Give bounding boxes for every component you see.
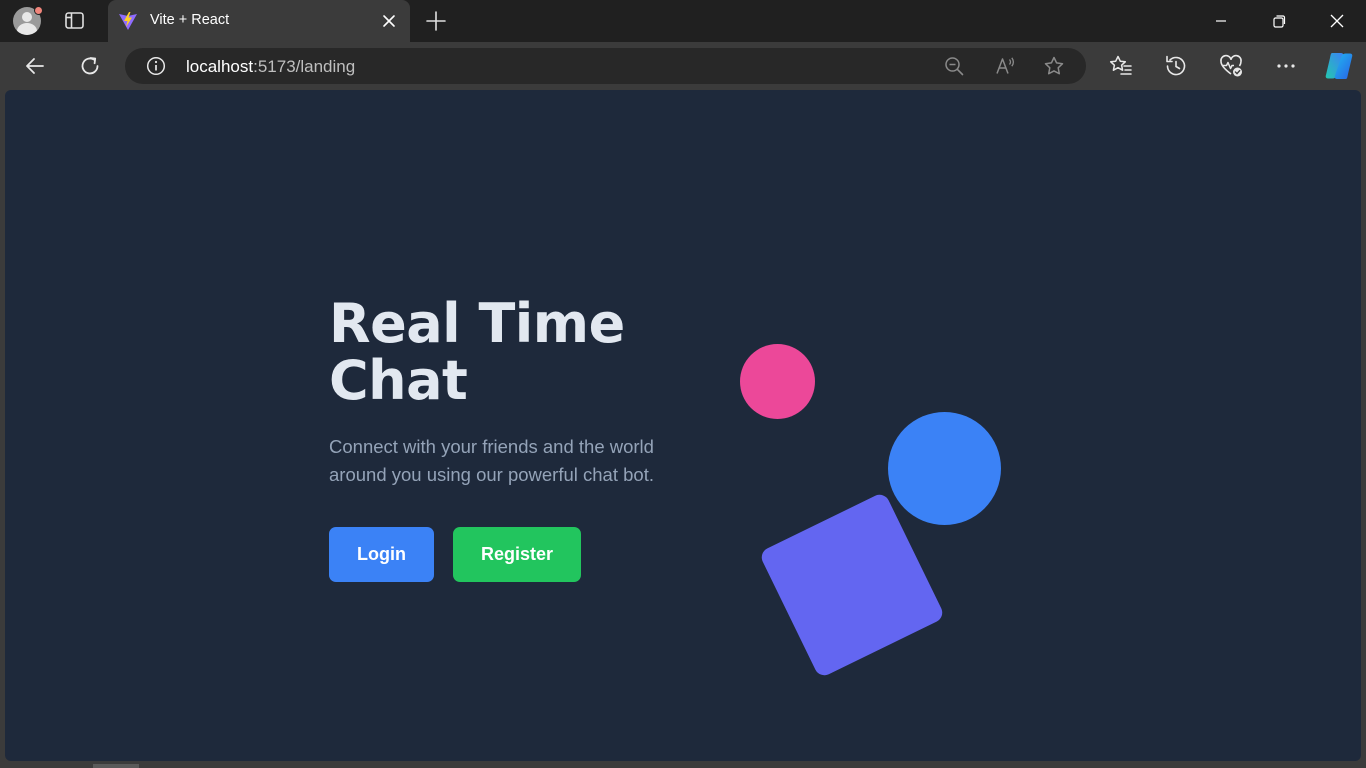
close-tab-icon[interactable] [381, 13, 397, 29]
site-info-icon[interactable] [146, 56, 166, 76]
refresh-icon[interactable] [77, 53, 103, 79]
zoom-out-icon[interactable] [943, 55, 965, 77]
url-text[interactable]: localhost:5173/landing [186, 57, 355, 77]
browser-tab[interactable]: Vite + React [108, 0, 410, 42]
more-icon[interactable] [1273, 53, 1299, 79]
browser-essentials-icon[interactable] [1218, 53, 1244, 79]
hero-subtitle: Connect with your friends and the world … [329, 436, 654, 485]
copilot-icon[interactable] [1323, 50, 1355, 82]
login-button[interactable]: Login [329, 527, 434, 582]
hero-title-line2: Chat [329, 349, 468, 412]
url-path: :5173/landing [253, 57, 356, 76]
page-viewport: Real Time Chat Connect with your friends … [5, 90, 1361, 761]
new-tab-plus-icon[interactable] [424, 9, 448, 33]
favorite-star-icon[interactable] [1043, 55, 1065, 77]
profile-notification-dot [34, 6, 43, 15]
favorites-icon[interactable] [1108, 53, 1134, 79]
blue-circle-decoration [888, 412, 1001, 525]
url-host: localhost [186, 57, 254, 76]
scroll-indicator [93, 764, 139, 768]
vite-favicon-icon [119, 12, 137, 30]
hero-title: Real Time Chat [329, 295, 625, 409]
back-icon[interactable] [22, 53, 48, 79]
minimize-icon[interactable] [1210, 10, 1232, 32]
register-button[interactable]: Register [453, 527, 581, 582]
restore-icon[interactable] [1268, 10, 1290, 32]
history-icon[interactable] [1163, 53, 1189, 79]
hero-title-line1: Real Time [329, 292, 625, 355]
close-window-icon[interactable] [1326, 10, 1348, 32]
tab-title: Vite + React [150, 12, 230, 28]
read-aloud-icon[interactable] [994, 55, 1016, 77]
pink-circle-decoration [740, 344, 815, 419]
tab-actions-icon[interactable] [65, 12, 84, 29]
window-bottom-edge [0, 761, 1366, 768]
browser-title-bar: Vite + React [0, 0, 1366, 42]
address-bar[interactable]: localhost:5173/landing [125, 48, 1086, 84]
purple-square-decoration [758, 491, 946, 679]
